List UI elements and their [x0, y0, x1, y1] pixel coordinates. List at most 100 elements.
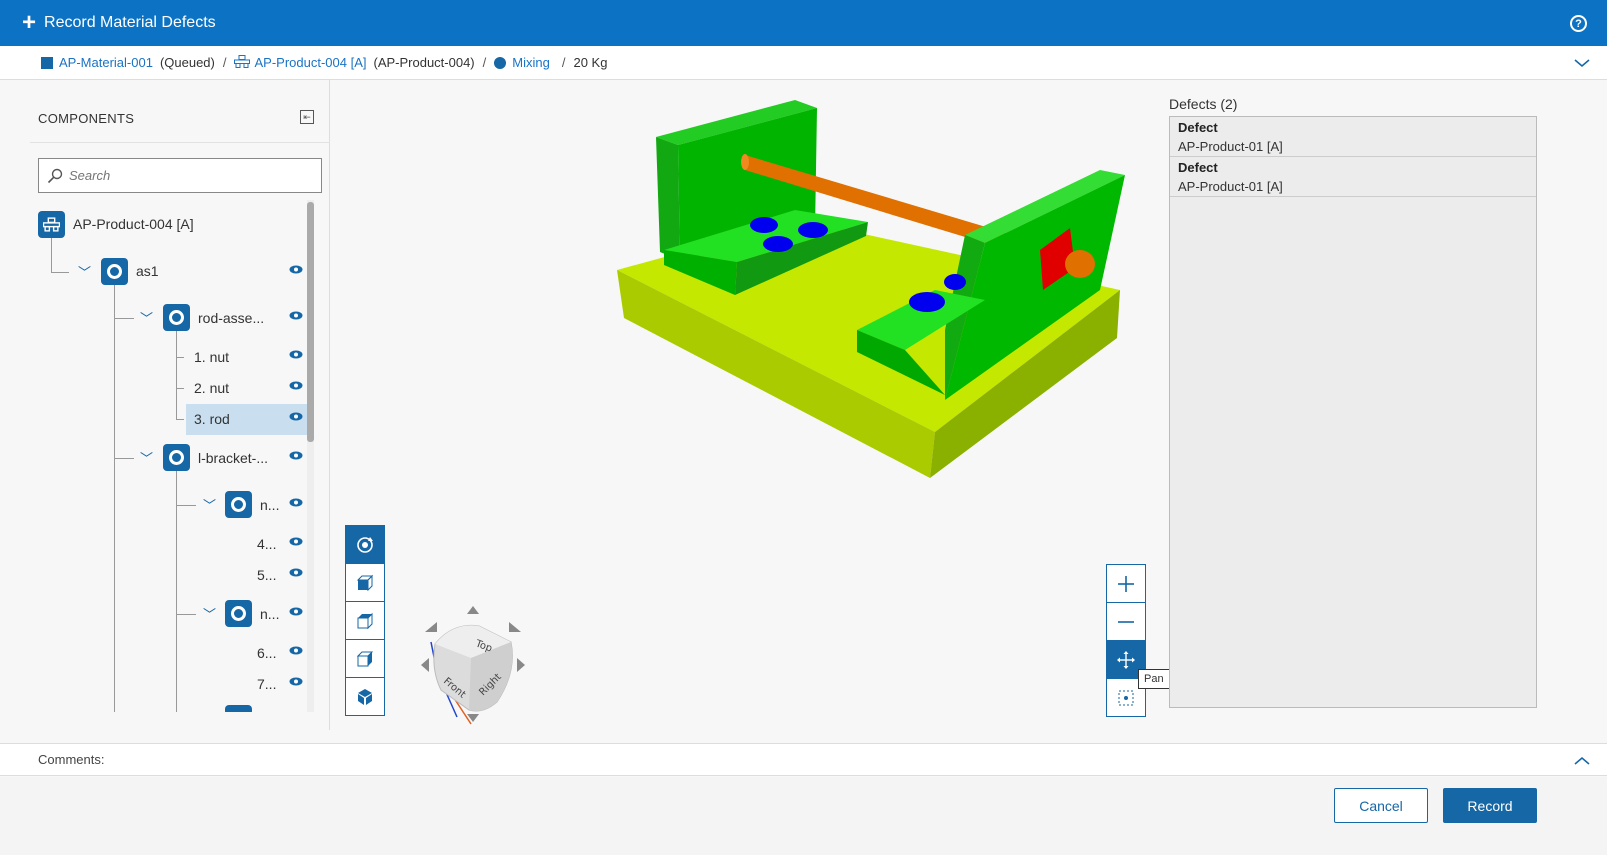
eye-icon[interactable]	[289, 265, 303, 274]
view-cube[interactable]: Top Front Right	[413, 602, 533, 727]
material-icon	[41, 56, 53, 69]
comments-bar[interactable]: Comments:	[0, 743, 1607, 776]
fit-view-icon	[1118, 690, 1134, 705]
list-item[interactable]: Defect AP-Product-01 [A]	[1170, 117, 1536, 157]
cube-top-icon	[357, 612, 373, 629]
chevron-down-icon[interactable]: ﹀	[78, 262, 91, 281]
eye-icon[interactable]	[289, 451, 303, 460]
breadcrumb: AP-Material-001 (Queued) / AP-Product-00…	[0, 46, 1607, 80]
view-top-button[interactable]	[345, 601, 385, 640]
components-panel: COMPONENTS ⇤ AP-Product-004 [A] ﹀ as1 ﹀	[30, 80, 330, 730]
breadcrumb-separator: /	[222, 55, 227, 70]
zoom-toolbar	[1106, 564, 1146, 717]
defect-title: Defect	[1178, 160, 1218, 175]
assembly-node-icon	[225, 705, 252, 712]
zoom-in-button[interactable]	[1106, 564, 1146, 603]
chevron-down-icon[interactable]: ﹀	[140, 308, 153, 327]
chevron-down-icon[interactable]: ﹀	[203, 495, 216, 514]
chevron-down-icon[interactable]	[1573, 54, 1591, 72]
view-toolbar	[345, 525, 385, 716]
eye-icon[interactable]	[289, 607, 303, 616]
view-side-button[interactable]	[345, 639, 385, 678]
eye-icon[interactable]	[289, 350, 303, 359]
minus-icon	[1118, 620, 1134, 623]
tree-item-sub-a[interactable]: n...	[260, 497, 279, 513]
search-box[interactable]	[38, 158, 322, 193]
eye-icon[interactable]	[289, 677, 303, 686]
assembly-node-icon	[225, 600, 252, 627]
tree-item-4[interactable]: 4...	[257, 536, 276, 552]
eye-icon[interactable]	[289, 381, 303, 390]
pan-tooltip: Pan	[1138, 669, 1170, 689]
product-node-icon	[38, 211, 65, 238]
tree-item-7[interactable]: 7...	[257, 676, 276, 692]
tree-item-rod-assembly[interactable]: rod-asse...	[198, 310, 264, 326]
tree-item-sub-b[interactable]: n...	[260, 606, 279, 622]
title-bar: + Record Material Defects ?	[0, 0, 1607, 46]
assembly-node-icon	[163, 444, 190, 471]
list-item[interactable]: Defect AP-Product-01 [A]	[1170, 157, 1536, 197]
tree-line	[176, 330, 177, 420]
pan-icon	[1117, 650, 1135, 669]
operation-icon	[494, 56, 507, 69]
defect-title: Defect	[1178, 120, 1218, 135]
divider	[30, 142, 330, 143]
orbit-tool-button[interactable]	[345, 525, 385, 564]
help-icon[interactable]: ?	[1570, 15, 1587, 32]
view-front-button[interactable]	[345, 563, 385, 602]
rotate-left-icon	[425, 622, 437, 632]
tree-item-5[interactable]: 5...	[257, 567, 276, 583]
assembly-node-icon	[163, 304, 190, 331]
arrow-up-icon	[467, 606, 479, 614]
product-link[interactable]: AP-Product-004 [A]	[254, 55, 366, 70]
tree-item-rod-3[interactable]: 3. rod	[194, 411, 230, 427]
search-icon	[47, 168, 63, 183]
operation-link[interactable]: Mixing	[512, 55, 550, 70]
assembly-node-icon	[225, 491, 252, 518]
tree-item-nut-2[interactable]: 2. nut	[194, 380, 229, 396]
tree-item-root[interactable]: AP-Product-004 [A]	[73, 216, 194, 232]
view-iso-button[interactable]	[345, 677, 385, 716]
tree-line	[114, 283, 115, 712]
cube-front-icon	[356, 574, 374, 591]
tree-item-as1[interactable]: as1	[136, 263, 159, 279]
eye-icon[interactable]	[289, 537, 303, 546]
eye-icon[interactable]	[289, 311, 303, 320]
arrow-left-icon	[421, 658, 429, 672]
tree-line	[176, 614, 196, 615]
record-button[interactable]: Record	[1443, 788, 1537, 823]
tree-line	[176, 470, 177, 712]
cube-side-icon	[356, 651, 374, 666]
breadcrumb-separator: /	[561, 55, 566, 70]
material-status: (Queued)	[159, 55, 215, 70]
tree-item-6[interactable]: 6...	[257, 645, 276, 661]
tree-item-nut-1[interactable]: 1. nut	[194, 349, 229, 365]
defect-subtitle: AP-Product-01 [A]	[1178, 139, 1283, 154]
plus-icon: +	[22, 9, 37, 36]
eye-icon[interactable]	[289, 498, 303, 507]
tree-line	[114, 318, 134, 319]
zoom-out-button[interactable]	[1106, 602, 1146, 641]
defects-header: Defects (2)	[1169, 96, 1238, 112]
product-icon	[234, 54, 251, 71]
3d-viewer[interactable]: Top Front Right Pan	[331, 80, 1170, 730]
arrow-right-icon	[517, 658, 525, 672]
tree-scrollbar-thumb[interactable]	[307, 202, 314, 442]
comments-label: Comments:	[38, 752, 105, 767]
search-input[interactable]	[69, 168, 309, 183]
tree-line	[176, 357, 184, 358]
tree-item-l-bracket[interactable]: l-bracket-...	[198, 450, 268, 466]
eye-icon[interactable]	[289, 568, 303, 577]
quantity: 20 Kg	[573, 55, 608, 70]
chevron-up-icon[interactable]	[1573, 752, 1591, 770]
eye-icon[interactable]	[289, 412, 303, 421]
material-link[interactable]: AP-Material-001	[59, 55, 153, 70]
eye-icon[interactable]	[289, 646, 303, 655]
cancel-button[interactable]: Cancel	[1334, 788, 1428, 823]
chevron-down-icon[interactable]: ﹀	[140, 448, 153, 467]
collapse-panel-icon[interactable]: ⇤	[300, 110, 314, 124]
components-heading: COMPONENTS	[38, 111, 135, 126]
tree-line	[176, 388, 184, 389]
chevron-down-icon[interactable]: ﹀	[203, 604, 216, 623]
tree-line	[176, 419, 184, 420]
